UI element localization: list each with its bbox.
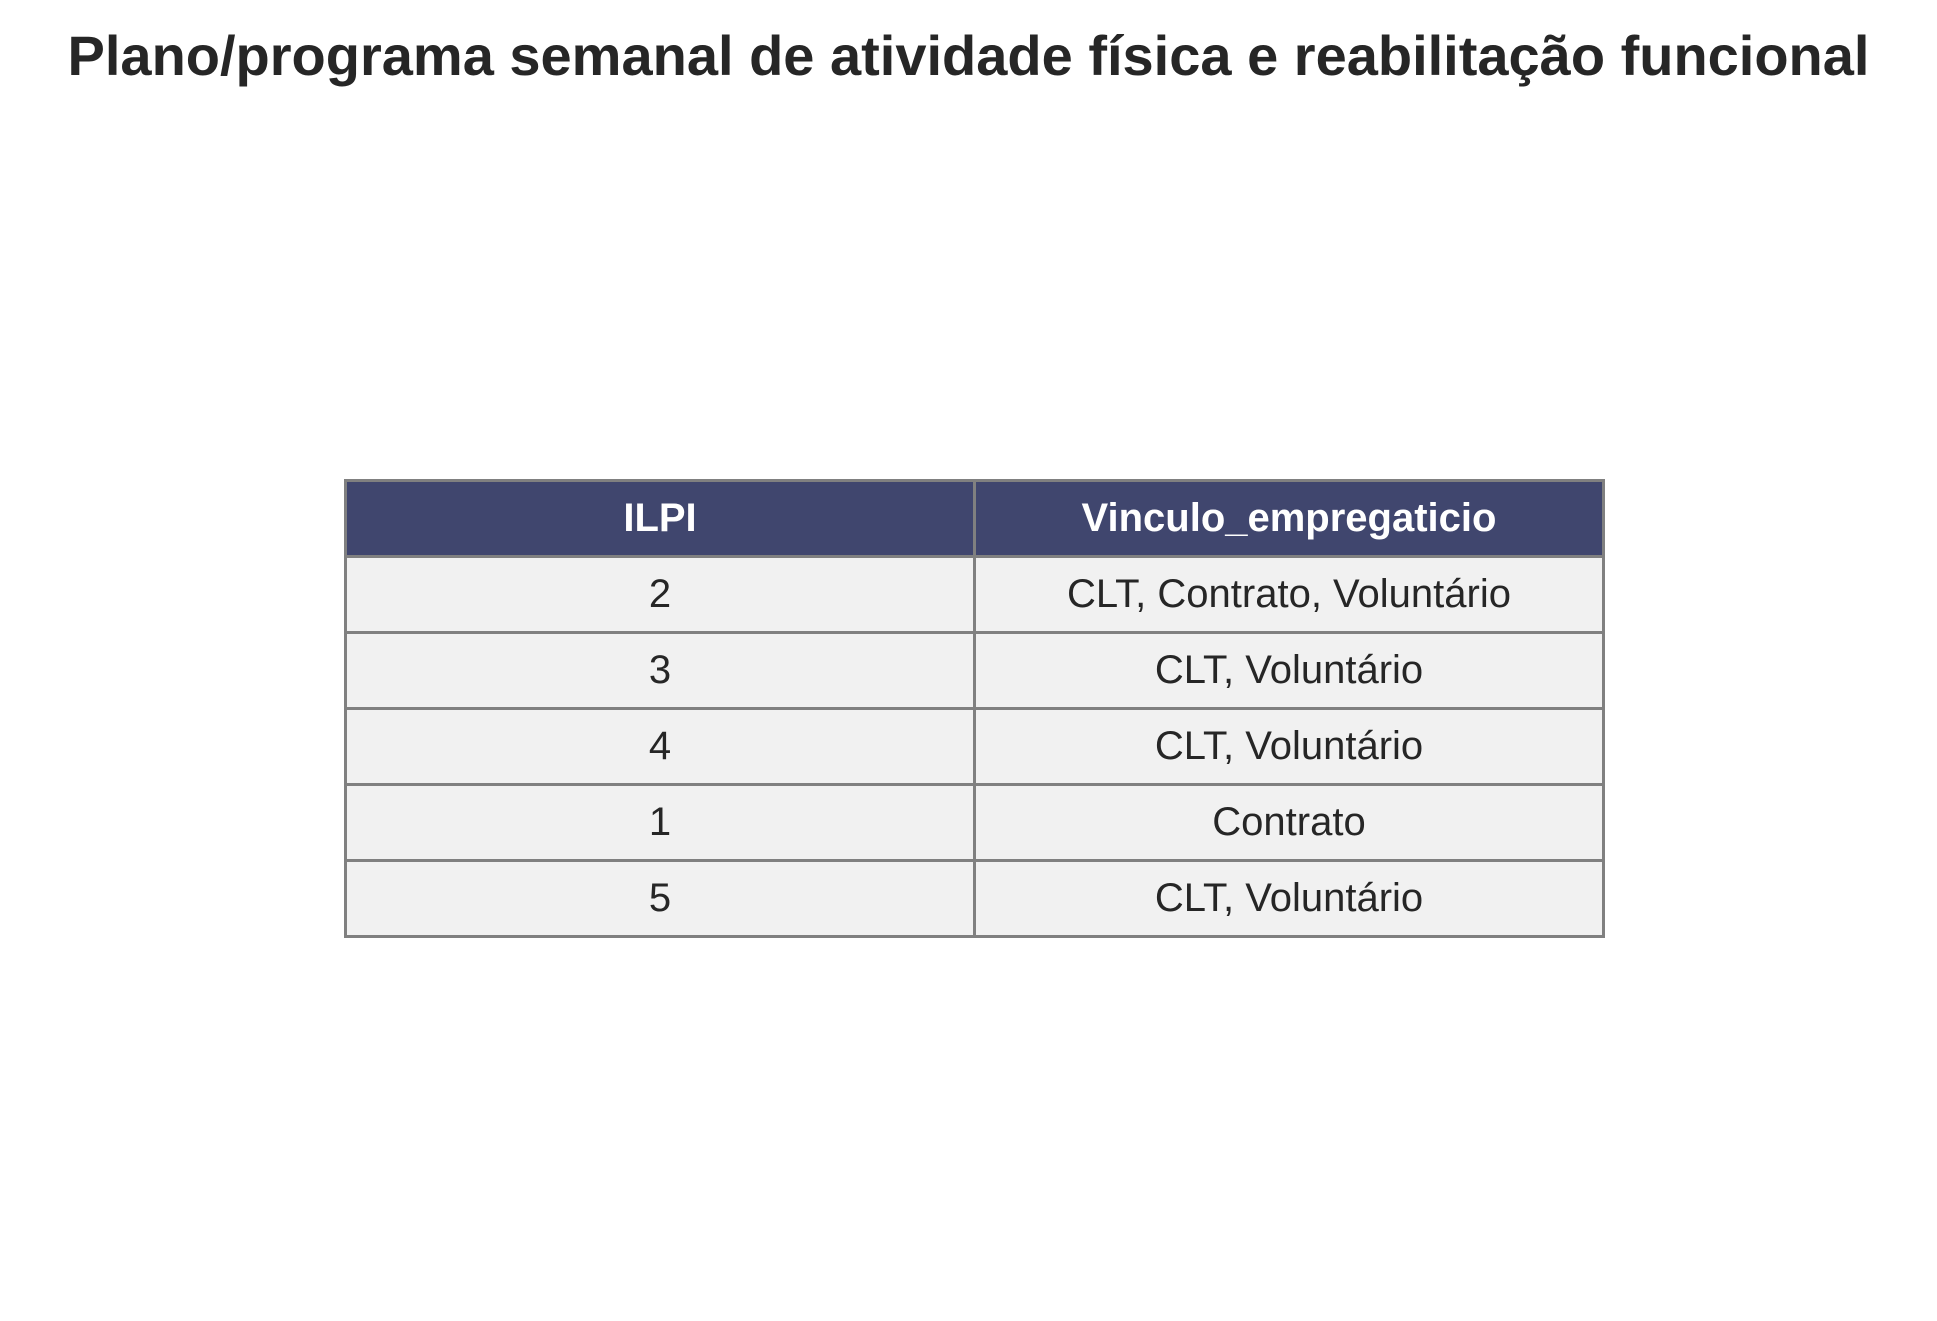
column-header-vinculo: Vinculo_empregaticio — [973, 479, 1605, 558]
table-cell-vinculo: CLT, Contrato, Voluntário — [973, 555, 1605, 634]
table-row: 3 CLT, Voluntário — [344, 631, 1605, 710]
chart-title: Plano/programa semanal de atividade físi… — [67, 24, 1870, 87]
table-cell-vinculo: CLT, Voluntário — [973, 859, 1605, 938]
column-header-ilpi: ILPI — [344, 479, 976, 558]
table-cell-vinculo: Contrato — [973, 783, 1605, 862]
table-cell-vinculo: CLT, Voluntário — [973, 707, 1605, 786]
table-row: 5 CLT, Voluntário — [344, 859, 1605, 938]
table-row: 4 CLT, Voluntário — [344, 707, 1605, 786]
table-cell-ilpi: 1 — [344, 783, 976, 862]
table-cell-vinculo: CLT, Voluntário — [973, 631, 1605, 710]
data-table: ILPI Vinculo_empregaticio 2 CLT, Contrat… — [344, 479, 1605, 938]
table-cell-ilpi: 3 — [344, 631, 976, 710]
table-row: 1 Contrato — [344, 783, 1605, 862]
table-cell-ilpi: 4 — [344, 707, 976, 786]
table-cell-ilpi: 5 — [344, 859, 976, 938]
table-row: 2 CLT, Contrato, Voluntário — [344, 555, 1605, 634]
table-header-row: ILPI Vinculo_empregaticio — [344, 479, 1605, 558]
table-cell-ilpi: 2 — [344, 555, 976, 634]
